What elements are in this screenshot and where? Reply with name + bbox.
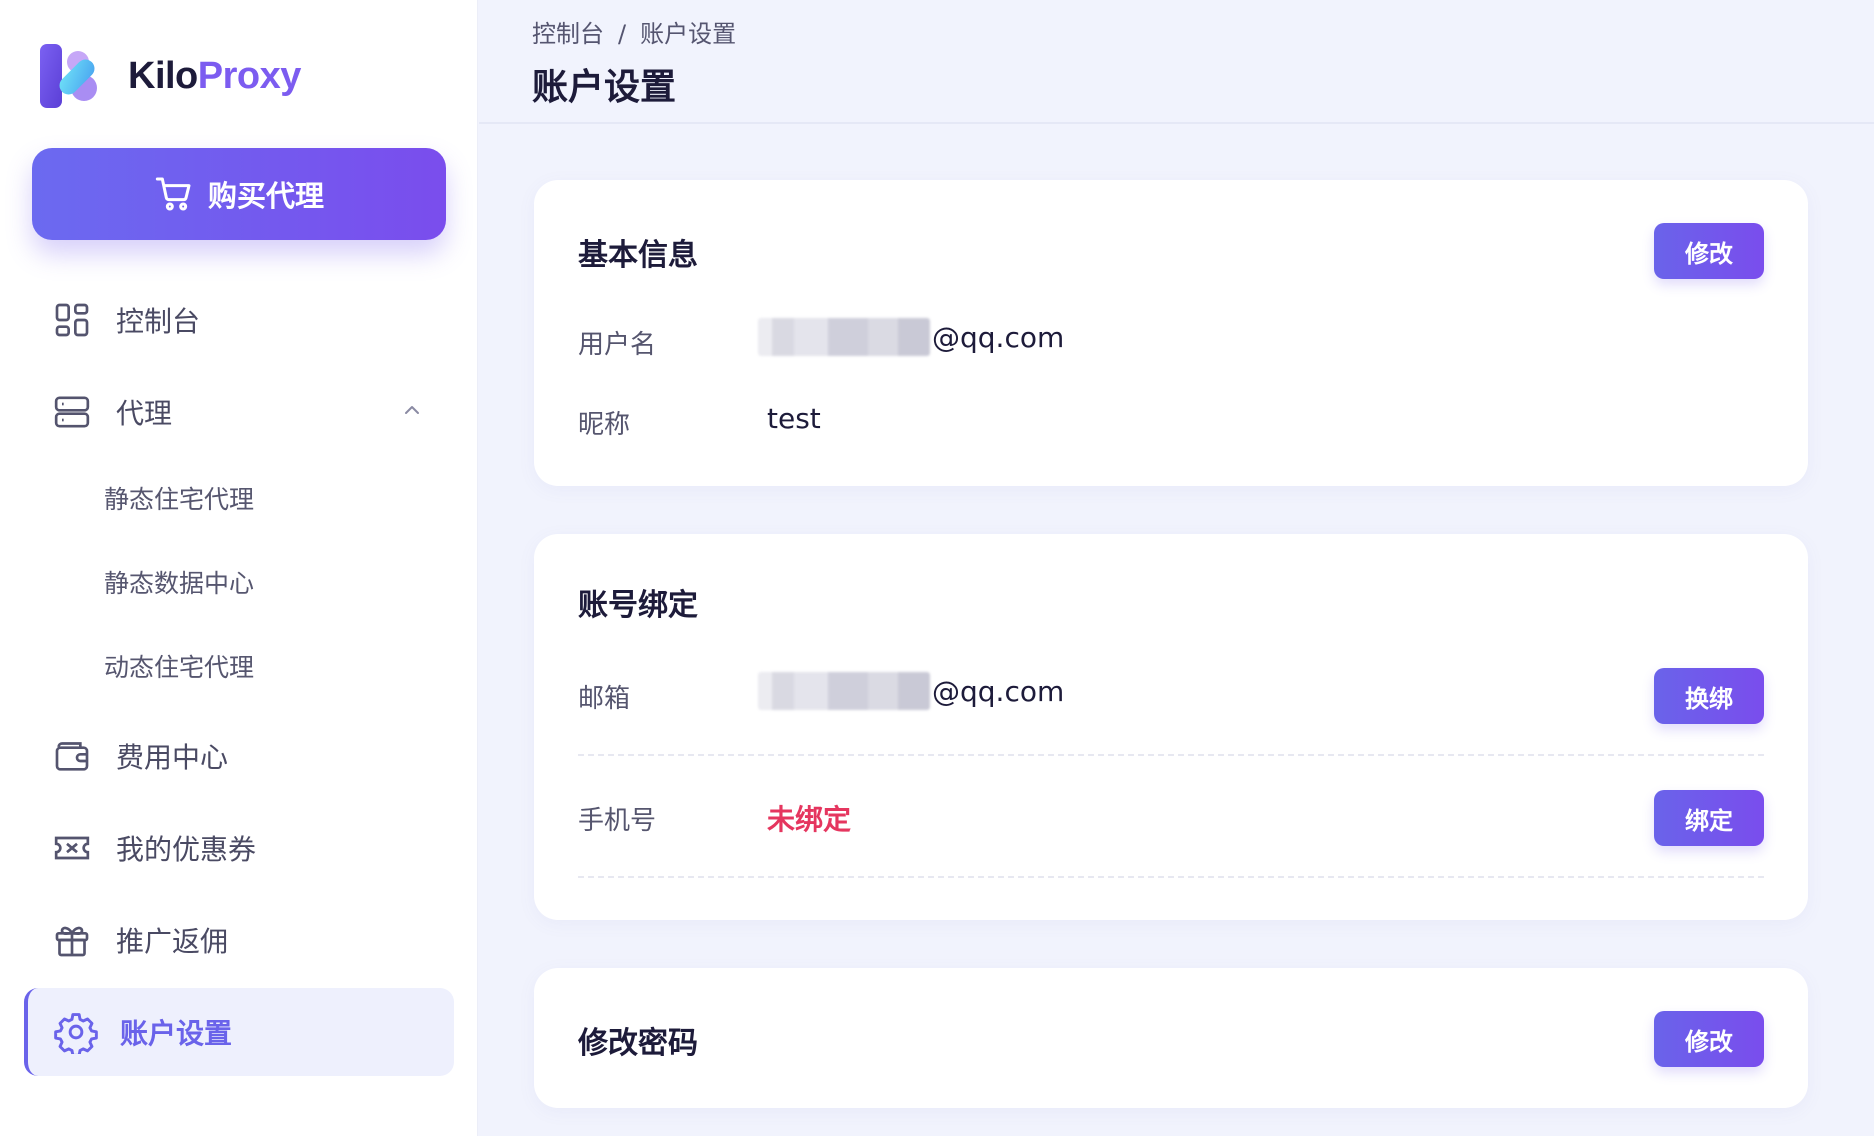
username-label: 用户名	[578, 330, 657, 360]
card-title: 基本信息	[578, 238, 698, 273]
breadcrumb-item-dashboard[interactable]: 控制台	[532, 20, 604, 48]
breadcrumb-separator: /	[618, 20, 627, 48]
breadcrumb-item-current: 账户设置	[640, 20, 737, 48]
sidebar-item-coupons[interactable]: 我的优惠券	[52, 828, 256, 868]
change-password-button[interactable]: 修改	[1654, 1011, 1764, 1067]
phone-label: 手机号	[578, 806, 657, 836]
sidebar: KiloProxy 购买代理 控制台 代理 静态住宅代理 静态数据中心 动态住宅…	[0, 0, 478, 1136]
change-password-card: 修改密码 修改	[534, 968, 1808, 1108]
page-header: 控制台 / 账户设置 账户设置	[479, 0, 1874, 124]
gift-icon	[55, 926, 89, 957]
nickname-label: 昵称	[578, 410, 631, 440]
logo[interactable]: KiloProxy	[38, 42, 301, 110]
account-binding-card: 账号绑定 邮箱 @qq.com 换绑 手机号 未绑定 绑定	[534, 534, 1808, 920]
server-icon	[54, 396, 90, 428]
sidebar-item-label: 费用中心	[116, 741, 229, 774]
username-value: @qq.com	[758, 318, 1064, 356]
brand-name-kilo: Kilo	[128, 54, 198, 97]
edit-basic-info-button[interactable]: 修改	[1654, 223, 1764, 279]
cart-icon	[155, 177, 191, 211]
sidebar-item-billing[interactable]: 费用中心	[52, 736, 228, 776]
masked-text	[758, 318, 930, 356]
wallet-icon	[55, 742, 89, 771]
card-title: 修改密码	[578, 1026, 698, 1061]
app-root: KiloProxy 购买代理 控制台 代理 静态住宅代理 静态数据中心 动态住宅…	[0, 0, 1874, 1136]
divider	[578, 876, 1764, 878]
brand-name: KiloProxy	[128, 55, 301, 98]
sidebar-subitem-dynamic-residential[interactable]: 动态住宅代理	[104, 648, 254, 684]
page-title: 账户设置	[532, 67, 677, 108]
sidebar-item-label: 账户设置	[120, 1017, 233, 1050]
basic-info-card: 基本信息 修改 用户名 @qq.com 昵称 test	[534, 180, 1808, 486]
ticket-icon	[54, 836, 90, 860]
email-value: @qq.com	[758, 672, 1064, 710]
breadcrumb: 控制台 / 账户设置	[532, 14, 736, 49]
sidebar-item-proxy[interactable]: 代理	[52, 392, 172, 432]
username-domain: @qq.com	[932, 320, 1065, 354]
divider	[578, 754, 1764, 756]
sidebar-item-label: 代理	[116, 397, 173, 430]
buy-proxy-label: 购买代理	[207, 179, 324, 213]
card-title: 账号绑定	[578, 588, 698, 623]
masked-text	[758, 672, 930, 710]
nickname-value: test	[767, 402, 821, 435]
sidebar-item-referral[interactable]: 推广返佣	[52, 920, 228, 960]
phone-status: 未绑定	[767, 803, 852, 836]
sidebar-item-dashboard[interactable]: 控制台	[52, 300, 200, 340]
chevron-up-icon[interactable]	[400, 398, 424, 422]
sidebar-item-label: 我的优惠券	[116, 833, 257, 866]
rebind-email-button[interactable]: 换绑	[1654, 668, 1764, 724]
sidebar-item-label: 推广返佣	[116, 925, 229, 958]
buy-proxy-button[interactable]: 购买代理	[32, 148, 446, 240]
bind-phone-button[interactable]: 绑定	[1654, 790, 1764, 846]
dashboard-icon	[55, 303, 89, 337]
email-domain: @qq.com	[932, 674, 1065, 708]
sidebar-subitem-static-residential[interactable]: 静态住宅代理	[104, 480, 254, 516]
sidebar-item-account-settings[interactable]: 账户设置	[24, 988, 454, 1076]
gear-icon	[54, 1013, 98, 1054]
sidebar-subitem-static-datacenter[interactable]: 静态数据中心	[104, 564, 254, 600]
kiloproxy-logo-icon	[40, 44, 97, 108]
sidebar-item-label: 控制台	[116, 305, 201, 338]
brand-name-proxy: Proxy	[197, 54, 302, 97]
email-label: 邮箱	[578, 684, 631, 714]
